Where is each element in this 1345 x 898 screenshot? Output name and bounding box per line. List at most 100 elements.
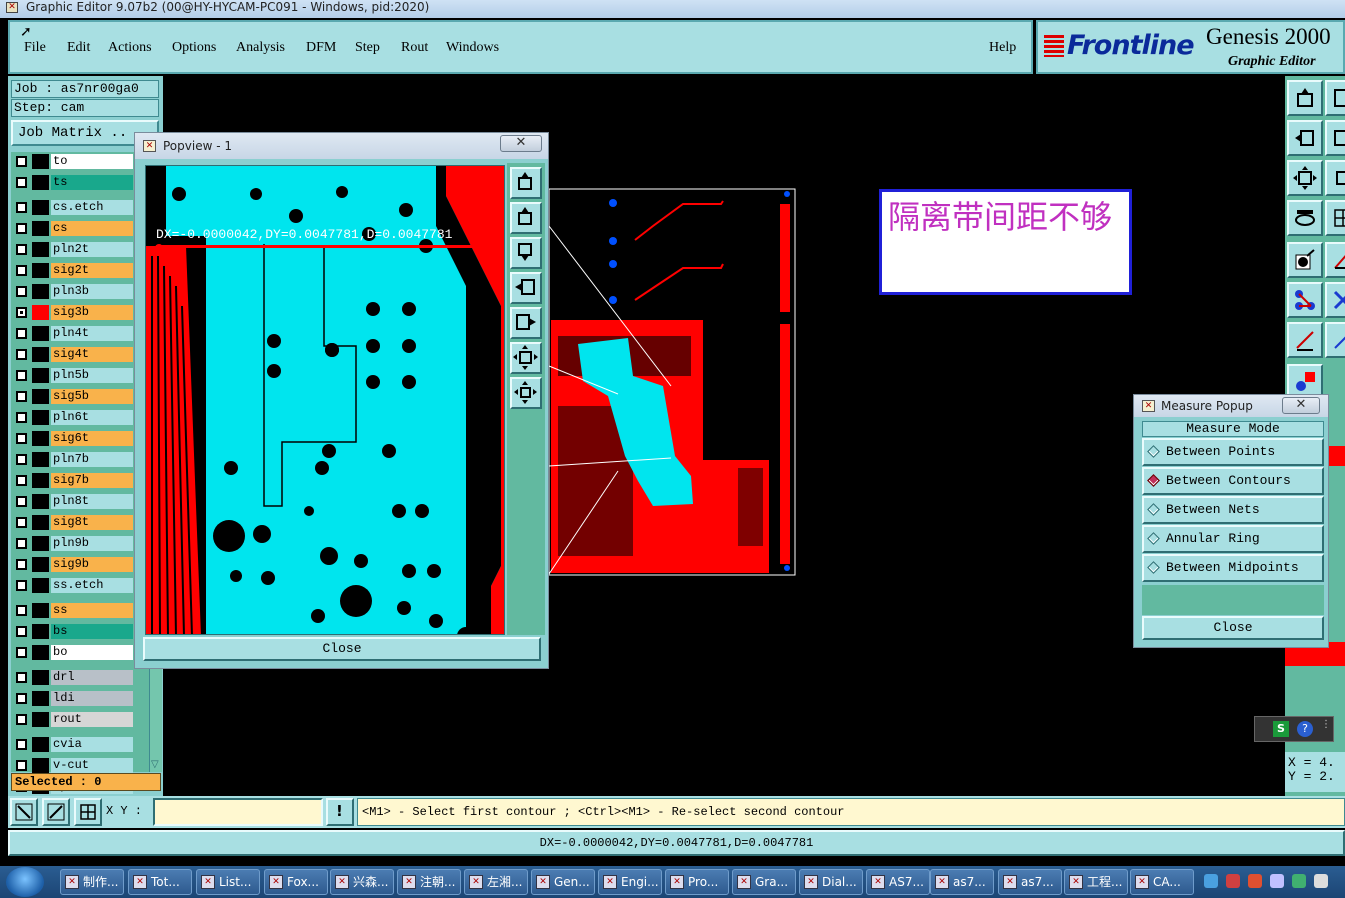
layer-color-box[interactable] [32,737,49,752]
popview-zoom-home-icon[interactable] [510,167,542,199]
layer-checkbox[interactable] [16,475,27,486]
layer-row-sig7b[interactable]: sig7b [13,473,134,488]
layer-row-cvia[interactable]: cvia [13,737,134,752]
layer-row-to[interactable]: to [13,154,134,169]
layer-color-box[interactable] [32,645,49,660]
layer-checkbox[interactable] [16,349,27,360]
layer-row-bs[interactable]: bs [13,624,134,639]
menu-dfm[interactable]: DFM [306,40,336,56]
layer-color-box[interactable] [32,368,49,383]
menu-step[interactable]: Step [355,40,380,56]
mini-toolbar-menu-icon[interactable]: ⋮ [1321,719,1331,730]
layer-checkbox[interactable] [16,391,27,402]
layer-checkbox[interactable] [16,672,27,683]
layer-color-box[interactable] [32,175,49,190]
layer-checkbox[interactable] [16,286,27,297]
layer-row-pln9b[interactable]: pln9b [13,536,134,551]
layer-color-box[interactable] [32,284,49,299]
menu-actions[interactable]: Actions [108,40,152,56]
layer-color-box[interactable] [32,326,49,341]
layer-color-box[interactable] [32,557,49,572]
taskbar-item[interactable]: ✕ 制作... [60,869,124,895]
layer-checkbox[interactable] [16,223,27,234]
taskbar-item[interactable]: ✕ Pro... [665,869,729,895]
layer-checkbox[interactable] [16,559,27,570]
menu-options[interactable]: Options [172,40,216,56]
taskbar-item[interactable]: ✕ as7... [930,869,994,895]
layer-row-pln3b[interactable]: pln3b [13,284,134,299]
taskbar-item[interactable]: ✕ List... [196,869,260,895]
layer-checkbox[interactable] [16,647,27,658]
grid-mode-icon[interactable] [74,798,102,826]
popview-close-button[interactable]: Close [143,637,541,661]
cross-icon[interactable] [1325,282,1345,318]
popview-canvas[interactable]: DX=-0.0000042,DY=0.0047781,D=0.0047781 [145,165,505,635]
select-mode-icon[interactable] [10,798,38,826]
layer-color-box[interactable] [32,712,49,727]
layer-row-v-cut[interactable]: v-cut [13,758,134,773]
measure-angle-icon[interactable] [1325,242,1345,278]
layer-checkbox[interactable] [16,156,27,167]
layer-checkbox[interactable] [16,177,27,188]
layer-color-box[interactable] [32,624,49,639]
measure-close-icon[interactable]: ✕ [1282,397,1320,414]
taskbar-item[interactable]: ✕ Gen... [531,869,595,895]
zoom-home-icon[interactable] [1287,80,1323,116]
menu-help[interactable]: Help [989,40,1016,56]
menu-edit[interactable]: Edit [67,40,90,56]
layer-checkbox[interactable] [16,412,27,423]
layer-checkbox[interactable] [16,517,27,528]
measure-close-button[interactable]: Close [1142,616,1324,640]
layer-row-pln6t[interactable]: pln6t [13,410,134,425]
layer-checkbox[interactable] [16,202,27,213]
fit-screen-icon[interactable] [1287,160,1323,196]
layer-checkbox[interactable] [16,605,27,616]
pan-left-icon[interactable] [1287,120,1323,156]
taskbar-item[interactable]: ✕ Engi... [598,869,662,895]
layer-row-sig4t[interactable]: sig4t [13,347,134,362]
layer-row-pln4t[interactable]: pln4t [13,326,134,341]
layer-checkbox[interactable] [16,760,27,771]
layer-color-box[interactable] [32,347,49,362]
layer-color-box[interactable] [32,242,49,257]
taskbar-item[interactable]: ✕ 注朝... [397,869,461,895]
layer-color-box[interactable] [32,578,49,593]
pan-right-icon[interactable] [1325,120,1345,156]
layer-row-sig9b[interactable]: sig9b [13,557,134,572]
taskbar-item[interactable]: ✕ AS7... [866,869,930,895]
layer-color-box[interactable] [32,515,49,530]
layer-color-box[interactable] [32,691,49,706]
help-icon[interactable]: ? [1297,721,1313,737]
taskbar-item[interactable]: ✕ Fox... [264,869,328,895]
fit-profile-icon[interactable] [1325,160,1345,196]
layer-checkbox[interactable] [16,626,27,637]
layer-color-box[interactable] [32,305,49,320]
menu-rout[interactable]: Rout [401,40,428,56]
popview-fit-icon[interactable] [510,342,542,374]
menu-file[interactable]: File [24,40,46,56]
layer-row-ss[interactable]: ss [13,603,134,618]
layer-row-sig3b[interactable]: sig3b [13,305,134,320]
popview-zoom-out-icon[interactable] [510,237,542,269]
layer-color-box[interactable] [32,473,49,488]
layer-display-icon[interactable] [1287,200,1323,236]
taskbar-item[interactable]: ✕ 兴森... [330,869,394,895]
layer-row-cs.etch[interactable]: cs.etch [13,200,134,215]
start-button[interactable] [6,867,44,897]
measure-line-icon[interactable] [1287,322,1323,358]
layer-row-bo[interactable]: bo [13,645,134,660]
snap-icon[interactable] [1287,242,1323,278]
layer-row-ss.etch[interactable]: ss.etch [13,578,134,593]
layer-row-sig8t[interactable]: sig8t [13,515,134,530]
volume-icon[interactable] [1314,874,1328,888]
network-icon[interactable] [1204,874,1218,888]
s-app-icon[interactable]: S [1273,721,1289,737]
taskbar-item[interactable]: ✕ as7... [998,869,1062,895]
layer-checkbox[interactable] [16,454,27,465]
layer-checkbox[interactable] [16,538,27,549]
layer-checkbox[interactable] [16,244,27,255]
option-between-nets[interactable]: Between Nets [1142,496,1324,524]
layer-row-pln5b[interactable]: pln5b [13,368,134,383]
net-icon[interactable] [1287,282,1323,318]
layer-row-sig2t[interactable]: sig2t [13,263,134,278]
